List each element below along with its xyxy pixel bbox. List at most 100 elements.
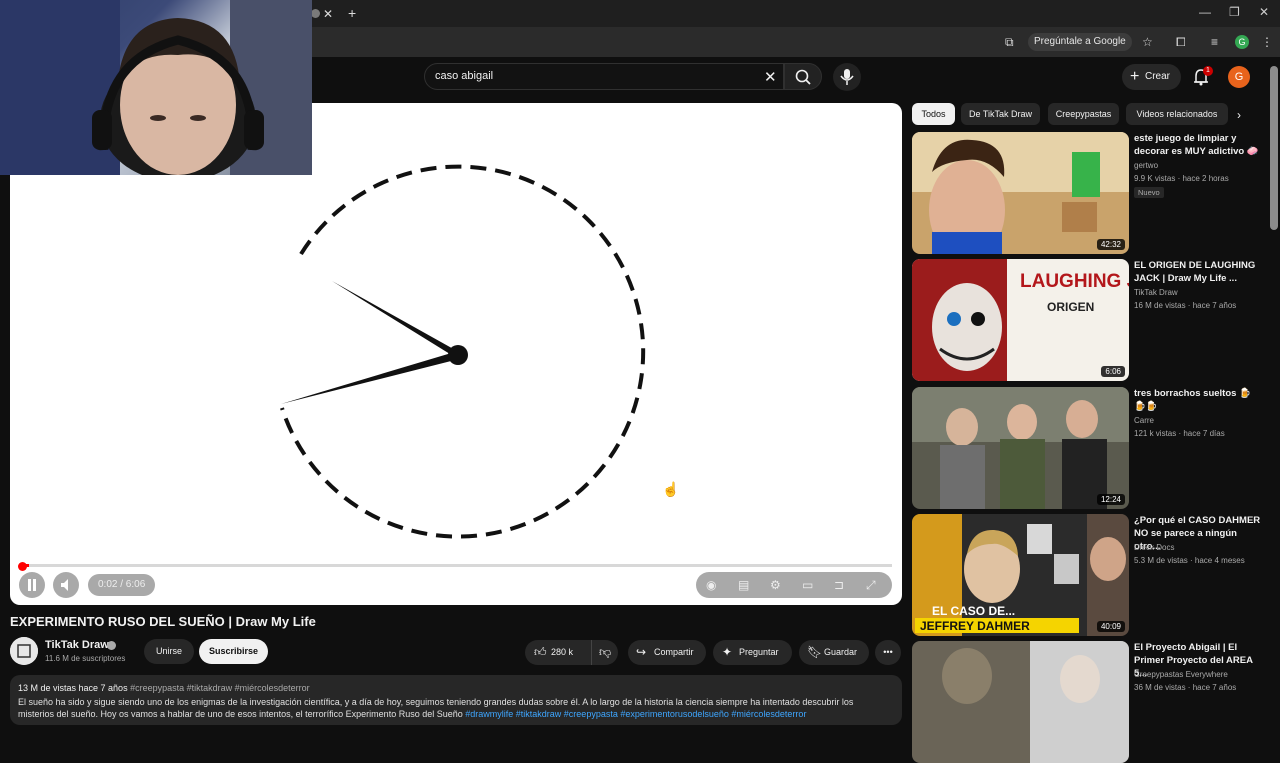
recommendation-stats: 5.3 M de vistas · hace 4 meses: [1134, 556, 1245, 565]
video-frame-drawing: [280, 164, 646, 539]
recommendation-item[interactable]: El Proyecto Abigail | El Primer Proyecto…: [912, 641, 1262, 763]
webcam-overlay: [0, 0, 312, 175]
restore-icon[interactable]: ❐: [1229, 5, 1240, 19]
verified-badge-icon: [107, 641, 116, 650]
recommendation-thumbnail[interactable]: 42:32: [912, 132, 1129, 254]
volume-icon: [61, 579, 68, 591]
share-label: Compartir: [654, 647, 694, 657]
clear-search-icon[interactable]: ✕: [764, 68, 777, 86]
mouse-cursor-icon: ☝: [662, 481, 680, 497]
recommendation-stats: 16 M de vistas · hace 7 años: [1134, 301, 1237, 310]
more-actions-button[interactable]: •••: [875, 640, 901, 665]
notification-count-badge: 1: [1203, 66, 1213, 76]
description-box[interactable]: 13 M de vistas hace 7 años #creepypasta …: [10, 675, 902, 725]
dislike-button[interactable]: 👎︎: [591, 640, 618, 665]
like-button[interactable]: 👍︎ 280 k: [525, 640, 591, 665]
reading-list-icon[interactable]: ≡: [1211, 35, 1218, 49]
pause-button[interactable]: [19, 572, 45, 598]
new-badge: Nuevo: [1134, 187, 1164, 198]
description-hashtags[interactable]: #drawmylife #tiktakdraw #creepypasta #ex…: [465, 709, 806, 719]
cast-icon[interactable]: ⊐: [834, 578, 844, 592]
bookmark-star-icon[interactable]: ☆: [1142, 35, 1153, 49]
ask-button[interactable]: ✦ Preguntar: [713, 640, 792, 665]
recommendation-title[interactable]: EL ORIGEN DE LAUGHING JACK | Draw My Lif…: [1134, 259, 1262, 285]
share-button[interactable]: ↪ Compartir: [628, 640, 706, 665]
recommendation-item[interactable]: 12:24 tres borrachos sueltos 🍺🍺🍺 Carre 1…: [912, 387, 1262, 509]
thumbs-down-icon: 👎︎: [599, 645, 612, 659]
chip-related[interactable]: Videos relacionados: [1126, 103, 1228, 125]
channel-logo-icon: [10, 637, 38, 665]
recommendation-thumbnail[interactable]: LAUGHING JACK ORIGEN 6:06: [912, 259, 1129, 381]
recommendation-title[interactable]: este juego de limpiar y decorar es MUY a…: [1134, 132, 1262, 158]
thumbnail-subtitle-text: ORIGEN: [1047, 300, 1094, 314]
chip-from-channel[interactable]: De TikTak Draw: [961, 103, 1040, 125]
subscriber-count: 11.6 M de suscriptores: [45, 654, 126, 663]
recommendation-thumbnail[interactable]: [912, 641, 1129, 763]
new-tab-icon[interactable]: +: [348, 5, 356, 21]
recommendation-thumbnail[interactable]: EL CASO DE... JEFFREY DAHMER 40:09: [912, 514, 1129, 636]
webcam-person-image: [0, 0, 312, 175]
cast-tab-icon[interactable]: ⧉: [1005, 35, 1014, 50]
volume-button[interactable]: [53, 572, 79, 598]
save-button[interactable]: 🔖︎ Guardar: [799, 640, 869, 665]
recommendation-stats: 121 k vistas · hace 7 días: [1134, 429, 1225, 438]
sparkle-icon: ✦: [722, 645, 733, 659]
settings-gear-icon[interactable]: ⚙: [770, 578, 781, 592]
pause-icon: [28, 579, 36, 591]
description-meta: 13 M de vistas hace 7 años #creepypasta …: [18, 683, 310, 693]
video-duration: 42:32: [1096, 239, 1125, 250]
minimize-icon[interactable]: —: [1199, 5, 1211, 19]
ask-google-button[interactable]: Pregúntale a Google: [1028, 33, 1132, 51]
extensions-icon[interactable]: ⧠: [1176, 35, 1186, 50]
subtitles-icon[interactable]: ▤: [738, 578, 749, 592]
recommendation-channel[interactable]: Dieck Docs: [1134, 543, 1174, 552]
browser-profile-avatar[interactable]: G: [1235, 35, 1249, 49]
tab-close-icon[interactable]: ✕: [323, 7, 333, 21]
search-query-text: caso abigail: [435, 70, 494, 82]
subscribe-button[interactable]: Suscribirse: [199, 639, 268, 664]
chip-all[interactable]: Todos: [912, 103, 955, 125]
search-icon: [795, 69, 811, 85]
recommendation-channel[interactable]: Carre: [1134, 416, 1154, 425]
recommendation-item[interactable]: 42:32 este juego de limpiar y decorar es…: [912, 132, 1262, 254]
search-input[interactable]: caso abigail ✕: [424, 63, 784, 90]
progress-scrubber[interactable]: [18, 562, 27, 571]
recommendation-stats: 9.9 K vistas · hace 2 horas: [1134, 174, 1229, 183]
ask-label: Preguntar: [739, 647, 779, 657]
search-button[interactable]: [784, 63, 822, 90]
chevron-right-icon[interactable]: ›: [1237, 108, 1241, 122]
thumbs-up-icon: 👍︎: [534, 645, 547, 659]
channel-avatar[interactable]: [10, 637, 38, 665]
chip-creepypastas[interactable]: Creepypastas: [1048, 103, 1119, 125]
close-window-icon[interactable]: ✕: [1259, 5, 1269, 19]
recommendation-thumbnail[interactable]: 12:24: [912, 387, 1129, 509]
tab-audio-icon: [311, 9, 320, 18]
page-scrollbar[interactable]: [1270, 66, 1278, 230]
recommendation-channel[interactable]: gertwo: [1134, 161, 1158, 170]
meta-hashtags[interactable]: #creepypasta #tiktakdraw #miércolesdeter…: [130, 683, 310, 693]
create-label: Crear: [1145, 71, 1171, 82]
video-duration: 12:24: [1096, 494, 1125, 505]
join-button[interactable]: Unirse: [144, 639, 194, 664]
save-label: Guardar: [824, 647, 858, 657]
bookmark-icon: 🔖︎: [807, 645, 823, 659]
autoplay-toggle-icon[interactable]: ◉: [706, 578, 716, 592]
fullscreen-icon[interactable]: ⤢: [866, 578, 876, 593]
recommendation-channel[interactable]: Creepypastas Everywhere: [1134, 670, 1228, 679]
create-button[interactable]: + Crear: [1122, 64, 1181, 90]
video-duration: 6:06: [1101, 366, 1125, 377]
miniplayer-icon[interactable]: ▭: [802, 578, 813, 592]
channel-name[interactable]: TikTak Draw: [45, 639, 109, 651]
ask-google-label: Pregúntale a Google: [1034, 36, 1126, 47]
voice-search-button[interactable]: [833, 63, 861, 91]
recommendation-item[interactable]: LAUGHING JACK ORIGEN 6:06 EL ORIGEN DE L…: [912, 259, 1262, 381]
video-player[interactable]: 0:02 / 6:06 ◉ ▤ ⚙ ▭ ⊐ ⤢: [10, 103, 902, 605]
recommendation-item[interactable]: EL CASO DE... JEFFREY DAHMER 40:09 ¿Por …: [912, 514, 1262, 636]
recommendation-channel[interactable]: TikTak Draw: [1134, 288, 1178, 297]
recommendation-title[interactable]: tres borrachos sueltos 🍺🍺🍺: [1134, 387, 1262, 413]
plus-icon: +: [1130, 68, 1140, 85]
account-avatar[interactable]: G: [1228, 66, 1250, 88]
thumbnail-image: [912, 387, 1129, 509]
progress-bar[interactable]: [24, 564, 892, 567]
browser-menu-icon[interactable]: ⋮: [1261, 35, 1273, 49]
